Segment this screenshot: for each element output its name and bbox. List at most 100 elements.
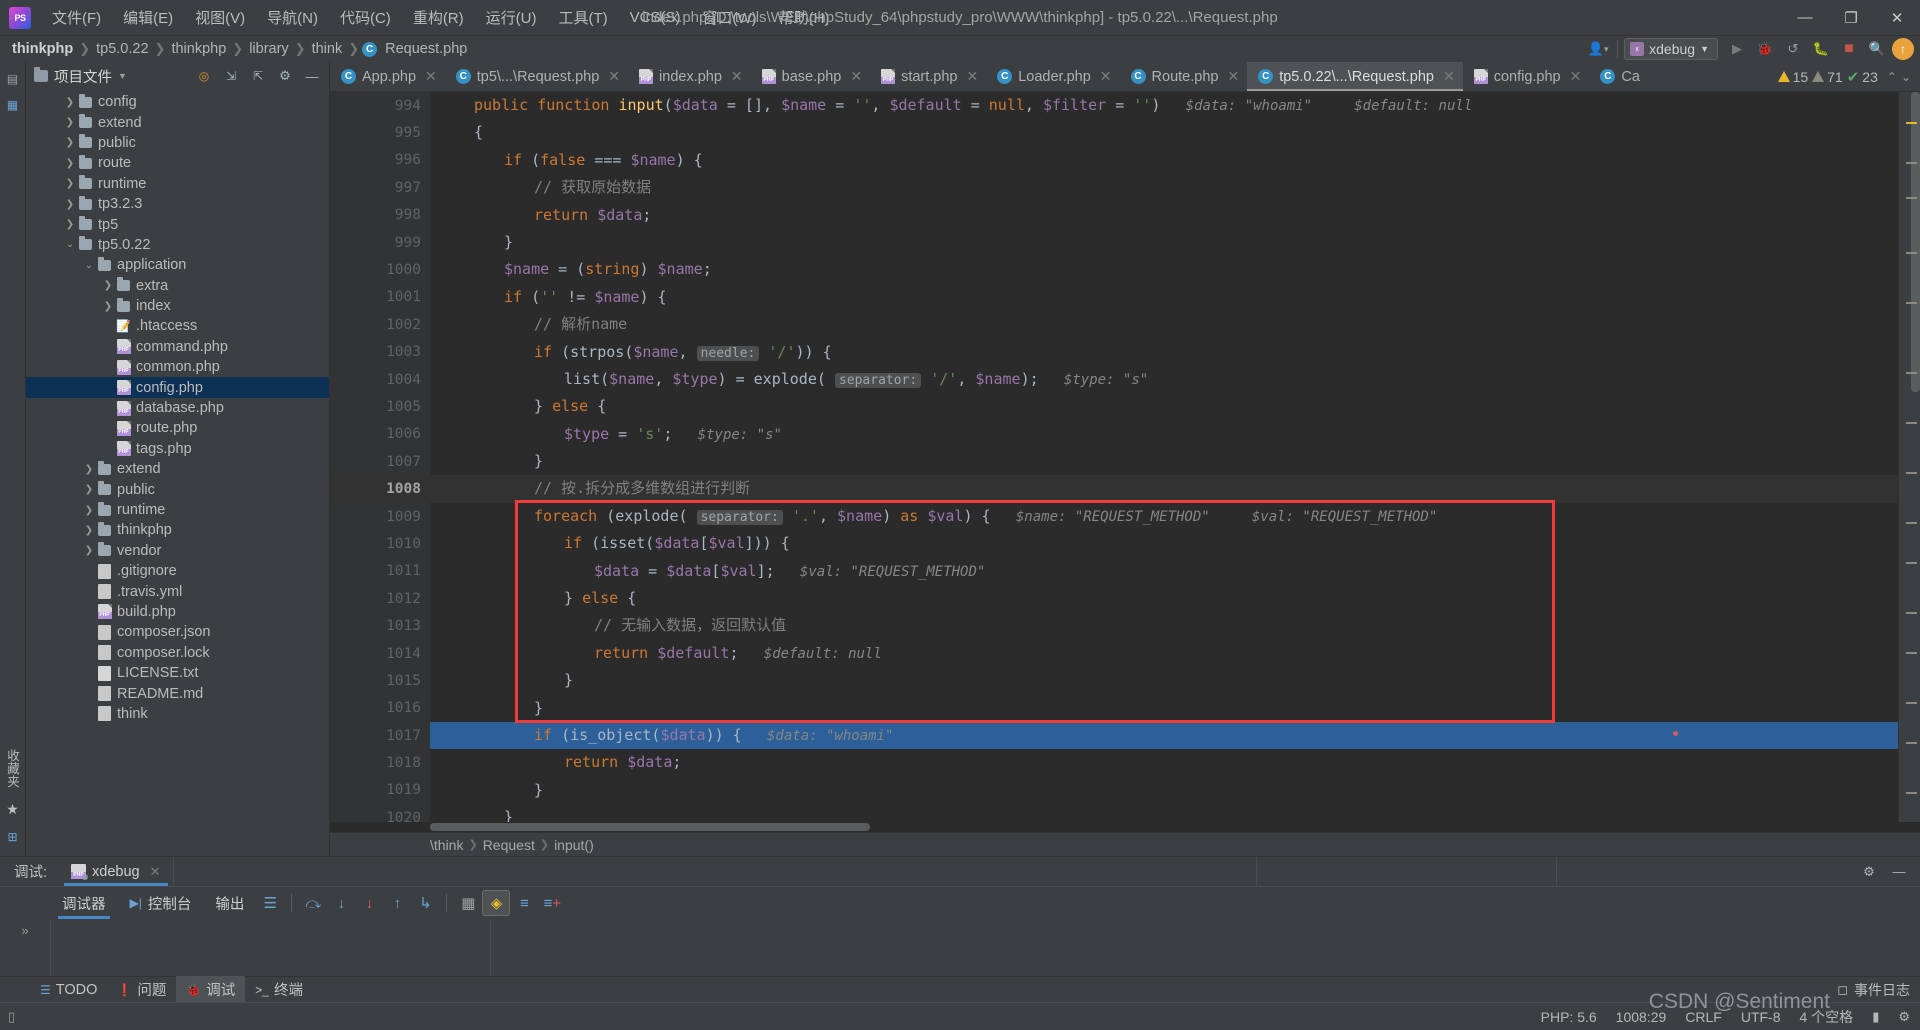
gutter-line-1005[interactable]: 1005⊡ (330, 393, 430, 420)
editor-tab-tp5-----request-php[interactable]: Ctp5\...\Request.php ✕ (445, 62, 628, 91)
frames-icon[interactable]: ☰ (256, 890, 284, 916)
tree-item-command-php[interactable]: command.php (26, 337, 329, 357)
gutter-line-994[interactable]: 994⊟ (330, 92, 430, 119)
chevron-right-icon[interactable]: ❯ (101, 301, 115, 312)
menu-run[interactable]: 运行(U) (475, 3, 548, 32)
gutter-line-1003[interactable]: 1003⊟ (330, 339, 430, 366)
tree-item-route-php[interactable]: route.php (26, 418, 329, 438)
code-line-1017[interactable]: if (is_object($data)) { $data: "whoami" (430, 721, 1898, 750)
add-watch-icon[interactable]: ≡ + (538, 890, 566, 916)
chevron-right-icon[interactable]: ❯ (63, 97, 77, 108)
tree-item-public[interactable]: ❯ public (26, 133, 329, 153)
tree-item-extend[interactable]: ❯ extend (26, 459, 329, 479)
settings-gear-icon[interactable]: ⚙ (272, 64, 298, 88)
breadcrumb-current-file[interactable]: Request.php (382, 41, 470, 57)
project-panel-title[interactable]: 项目文件 ▼ (34, 66, 127, 87)
code-line-1011[interactable]: $data = $data[$val]; $val: "REQUEST_METH… (430, 558, 1898, 585)
code-line-1007[interactable]: } (430, 448, 1898, 475)
expand-all-icon[interactable]: ⇲ (218, 64, 244, 88)
debug-frames-column[interactable] (50, 919, 490, 976)
code-line-998[interactable]: return $data; (430, 202, 1898, 229)
horizontal-scrollbar-thumb[interactable] (430, 823, 870, 831)
gutter-line-995[interactable]: 995 (330, 119, 430, 146)
tree-item-think[interactable]: think (26, 704, 329, 724)
close-tab-icon[interactable]: ✕ (1100, 68, 1112, 85)
tree-item-composer-lock[interactable]: composer.lock (26, 643, 329, 663)
gutter-line-1006[interactable]: 1006 (330, 421, 430, 448)
tree-item-composer-json[interactable]: composer.json (26, 622, 329, 642)
code-line-1015[interactable]: } (430, 667, 1898, 694)
chevron-right-icon[interactable]: ❯ (63, 137, 77, 148)
code-line-1000[interactable]: $name = (string) $name; (430, 256, 1898, 283)
settings-gear-icon[interactable]: ⚙ (1856, 860, 1882, 884)
tree-item-tp3-2-3[interactable]: ❯ tp3.2.3 (26, 194, 329, 214)
favorites-vertical-tab[interactable]: 收藏夹 (0, 742, 25, 795)
close-tab-icon[interactable]: ✕ (1570, 68, 1582, 85)
structure-icon[interactable]: ⊞ (7, 830, 17, 844)
stop-button[interactable]: ■ (1836, 37, 1862, 61)
tree-item-public[interactable]: ❯ public (26, 479, 329, 499)
code-line-1009[interactable]: foreach (explode( separator: '.', $name)… (430, 503, 1898, 530)
scroll-up-icon[interactable]: ⌃ (1882, 70, 1897, 84)
hide-panel-icon[interactable]: — (299, 64, 325, 88)
gutter-line-1014[interactable]: 1014 (330, 640, 430, 667)
tree-item-license-txt[interactable]: LICENSE.txt (26, 663, 329, 683)
memory-indicator-icon[interactable]: ▯ (8, 1009, 15, 1025)
variables-list-icon[interactable]: ≡ (510, 890, 538, 916)
search-everywhere-icon[interactable]: 🔍 (1864, 37, 1890, 61)
code-line-995[interactable]: { (430, 119, 1898, 146)
chevron-right-icon[interactable]: ❯ (82, 464, 96, 475)
editor-breadcrumb-namespace[interactable]: \think (430, 837, 463, 853)
chevron-right-icon[interactable]: ❯ (63, 158, 77, 169)
chevron-right-icon[interactable]: ❯ (63, 178, 77, 189)
editor-breadcrumb-class[interactable]: Request (483, 837, 535, 853)
debug-variables-column[interactable] (490, 919, 1920, 976)
bookmarks-icon[interactable]: ▦ (7, 98, 18, 112)
chevron-down-icon[interactable]: ▼ (118, 71, 127, 81)
gutter-line-996[interactable]: 996⊟ (330, 147, 430, 174)
tree-item--travis-yml[interactable]: .travis.yml (26, 581, 329, 601)
close-session-icon[interactable]: ✕ (150, 864, 161, 880)
tree-item-route[interactable]: ❯ route (26, 153, 329, 173)
caret-position-status[interactable]: 1008:29 (1616, 1009, 1667, 1025)
star-icon[interactable]: ★ (6, 801, 19, 818)
code-line-1019[interactable]: } (430, 777, 1898, 804)
chevron-down-icon[interactable]: ⌄ (82, 260, 96, 271)
rerun-button[interactable]: ↺ (1780, 37, 1806, 61)
tree-item-runtime[interactable]: ❯ runtime (26, 500, 329, 520)
gutter-line-1008[interactable]: 1008 (330, 475, 430, 503)
gutter-line-1011[interactable]: 1011 (330, 558, 430, 585)
code-line-1013[interactable]: // 无输入数据，返回默认值 (430, 612, 1898, 639)
tree-item-extend[interactable]: ❯ extend (26, 112, 329, 132)
code-line-1006[interactable]: $type = 's'; $type: "s" (430, 421, 1898, 448)
gutter-line-1018[interactable]: 1018 (330, 749, 430, 776)
chevron-right-icon[interactable]: ❯ (82, 505, 96, 516)
chevron-right-icon[interactable]: ❯ (82, 484, 96, 495)
code-line-1003[interactable]: if (strpos($name, needle: '/')) { (430, 339, 1898, 366)
select-opened-file-icon[interactable]: ◎ (191, 64, 217, 88)
scroll-down-icon[interactable]: ⌄ (1901, 70, 1911, 84)
tree-item-index[interactable]: ❯ index (26, 296, 329, 316)
gutter-line-1019[interactable]: 1019 (330, 777, 430, 804)
chevron-right-icon[interactable]: ❯ (101, 280, 115, 291)
menu-tools[interactable]: 工具(T) (547, 3, 618, 32)
chevron-right-icon[interactable]: ❯ (63, 117, 77, 128)
output-tab[interactable]: 输出 (203, 888, 256, 918)
gutter-line-998[interactable]: 998 (330, 202, 430, 229)
event-log-button[interactable]: ◻ 事件日志 (1837, 980, 1920, 1000)
debug-button[interactable]: 🐞 (1752, 37, 1778, 61)
tree-item--htaccess[interactable]: 📝 .htaccess (26, 316, 329, 336)
step-out-icon[interactable]: ↑ (383, 890, 411, 916)
gutter-line-1015[interactable]: 1015 (330, 667, 430, 694)
horizontal-scrollbar-track[interactable] (330, 822, 1920, 832)
code-line-1010[interactable]: if (isset($data[$val])) { (430, 530, 1898, 557)
menu-file[interactable]: 文件(F) (41, 3, 112, 32)
step-over-icon[interactable]: ⤼ (299, 890, 327, 916)
gutter-line-1004[interactable]: 1004 (330, 366, 430, 393)
run-to-cursor-icon[interactable]: ↳ (411, 890, 439, 916)
editor-tab-bar[interactable]: C App.php ✕ Ctp5\...\Request.php ✕ index.php ✕… (330, 62, 1920, 92)
editor-tab-tp5-0-22-----request-php[interactable]: Ctp5.0.22\...\Request.php ✕ (1247, 62, 1463, 91)
tree-item-database-php[interactable]: database.php (26, 398, 329, 418)
gutter-line-1013[interactable]: 1013 (330, 612, 430, 639)
editor-gutter[interactable]: 994⊟995996⊟997998999⊡10001001⊟10021003⊟1… (330, 92, 430, 822)
